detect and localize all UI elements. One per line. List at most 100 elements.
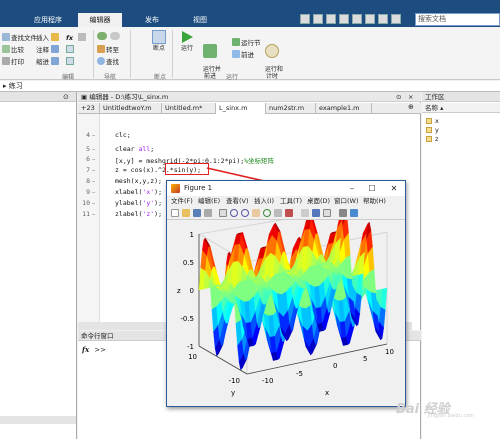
find-button[interactable]: 查找	[97, 57, 119, 67]
line-number: 8	[86, 177, 90, 185]
menu-tools[interactable]: 工具(T)	[280, 196, 302, 207]
menu-help[interactable]: 帮助(H)	[363, 196, 386, 207]
wrap-icon[interactable]	[66, 45, 74, 53]
save-icon[interactable]	[300, 14, 310, 24]
tab-example1[interactable]: example1.m	[316, 103, 372, 114]
tab-l-sinx[interactable]: L_sinx.m	[216, 103, 266, 114]
menu-file[interactable]: 文件(F)	[171, 196, 193, 207]
figure-menu-bar: 文件(F) 编辑(E) 查看(V) 插入(I) 工具(T) 桌面(D) 窗口(W…	[167, 196, 405, 207]
smart-indent-icon[interactable]	[66, 57, 74, 65]
matrix-icon	[426, 127, 432, 133]
pan-icon[interactable]	[252, 209, 260, 217]
undo-icon[interactable]	[352, 14, 362, 24]
workspace-var[interactable]: z	[426, 135, 438, 143]
tab-editor[interactable]: 编辑器	[78, 13, 122, 27]
zoom-out-icon[interactable]	[241, 209, 249, 217]
run-button[interactable]: 运行	[176, 30, 198, 52]
horizontal-scrollbar[interactable]	[0, 416, 76, 424]
workspace-column-header[interactable]: 名称 ▴	[422, 103, 500, 113]
link-icon[interactable]	[301, 209, 309, 217]
legend-icon[interactable]	[323, 209, 331, 217]
panel-header: ⊙	[0, 92, 76, 102]
menu-edit[interactable]: 编辑(E)	[198, 196, 220, 207]
insert-button[interactable]: 插入	[36, 33, 60, 43]
code-line[interactable]: zlabel('z');	[115, 210, 162, 218]
run-section-button[interactable]: 运行节	[232, 38, 261, 48]
save-icon[interactable]	[193, 209, 201, 217]
close-icon[interactable]: ✕	[385, 181, 403, 196]
dock-icon[interactable]	[350, 209, 358, 217]
tab-publish[interactable]: 发布	[132, 13, 172, 27]
tab-untitled[interactable]: Untitled.m*	[162, 103, 216, 114]
menu-window[interactable]: 窗口(W)	[334, 196, 359, 207]
function-dropdown-icon[interactable]	[78, 33, 86, 41]
z-axis-label: z	[177, 287, 181, 295]
command-prompt[interactable]: fx >>	[82, 345, 106, 354]
zoom-in-icon[interactable]	[230, 209, 238, 217]
x-tick-label: 10	[385, 348, 394, 356]
comment-button[interactable]: 注释	[36, 45, 60, 55]
hide-tools-icon[interactable]	[339, 209, 347, 217]
tab-list-icon[interactable]: ⊕	[408, 103, 414, 111]
current-folder-panel: ⊙	[0, 92, 77, 439]
code-line[interactable]: xlabel('x');	[115, 188, 162, 196]
rotate-icon[interactable]	[263, 209, 271, 217]
code-line[interactable]: clear all;	[115, 145, 154, 153]
close-icon[interactable]: ×	[408, 92, 413, 102]
tab-apps[interactable]: 应用程序	[26, 13, 70, 27]
code-line[interactable]: clc;	[115, 131, 131, 139]
matlab-logo-icon	[171, 184, 180, 193]
print-icon[interactable]	[204, 209, 212, 217]
matrix-icon	[426, 118, 432, 124]
workspace-panel: 工作区 名称 ▴ x y z	[422, 92, 500, 439]
tab-overflow[interactable]: +23	[78, 103, 100, 114]
workspace-var[interactable]: x	[426, 117, 439, 125]
fx-icon: fx	[82, 345, 90, 354]
tab-num2str[interactable]: num2str.m	[266, 103, 316, 114]
z-tick-label: -0.5	[180, 315, 194, 323]
colorbar-icon[interactable]	[312, 209, 320, 217]
cut-icon[interactable]	[313, 14, 323, 24]
goto-button[interactable]: 转至	[97, 45, 119, 55]
back-arrow-icon[interactable]	[97, 32, 107, 40]
code-line[interactable]: ylabel('y');	[115, 199, 162, 207]
run-and-time-button[interactable]: 运行和 计时	[261, 30, 283, 80]
advance-button[interactable]: 前进	[232, 50, 254, 60]
panel-menu-icon[interactable]: ⊙	[63, 93, 69, 101]
search-input[interactable]: 搜索文档	[415, 13, 500, 26]
maximize-icon[interactable]: ☐	[363, 181, 381, 196]
fx-button[interactable]: fx	[66, 33, 73, 43]
workspace-var[interactable]: y	[426, 126, 439, 134]
copy-icon[interactable]	[326, 14, 336, 24]
paste-icon[interactable]	[339, 14, 349, 24]
redo-icon[interactable]	[365, 14, 375, 24]
figure-canvas[interactable]: 1 0.5 0 -0.5 -1 z -10 -5 0 5 10 x -10 10…	[167, 207, 405, 406]
run-and-advance-button[interactable]: 运行并 前进	[199, 30, 221, 80]
breakpoints-button[interactable]: 断点	[148, 30, 170, 52]
pointer-icon[interactable]	[219, 209, 227, 217]
help-icon[interactable]	[391, 14, 401, 24]
print-button[interactable]: 打印	[2, 57, 24, 67]
code-line[interactable]: mesh(x,y,z);	[115, 177, 162, 185]
forward-arrow-icon[interactable]	[110, 32, 120, 40]
menu-desktop[interactable]: 桌面(D)	[307, 196, 330, 207]
switch-windows-icon[interactable]	[378, 14, 388, 24]
tab-view[interactable]: 视图	[180, 13, 220, 27]
new-figure-icon[interactable]	[171, 209, 179, 217]
breakpoints-icon	[152, 30, 166, 44]
watermark-url: jingyan.baidu.com	[428, 413, 475, 419]
editor-menu-icon[interactable]: ⊙	[396, 92, 401, 102]
menu-view[interactable]: 查看(V)	[226, 196, 249, 207]
brush-icon[interactable]	[285, 209, 293, 217]
indent-button[interactable]: 缩进	[36, 57, 60, 67]
line-number: 5	[86, 145, 90, 153]
open-icon[interactable]	[182, 209, 190, 217]
data-cursor-icon[interactable]	[274, 209, 282, 217]
y-axis-label: y	[231, 389, 235, 397]
tab-untitledtwoy[interactable]: UntitledtwoY.m	[100, 103, 162, 114]
compare-button[interactable]: 比较	[2, 45, 24, 55]
minimize-icon[interactable]: –	[343, 181, 361, 196]
menu-insert[interactable]: 插入(I)	[254, 196, 274, 207]
current-folder-path[interactable]: ▸ 练习	[0, 81, 500, 92]
find-files-button[interactable]: 查找文件	[2, 33, 37, 43]
